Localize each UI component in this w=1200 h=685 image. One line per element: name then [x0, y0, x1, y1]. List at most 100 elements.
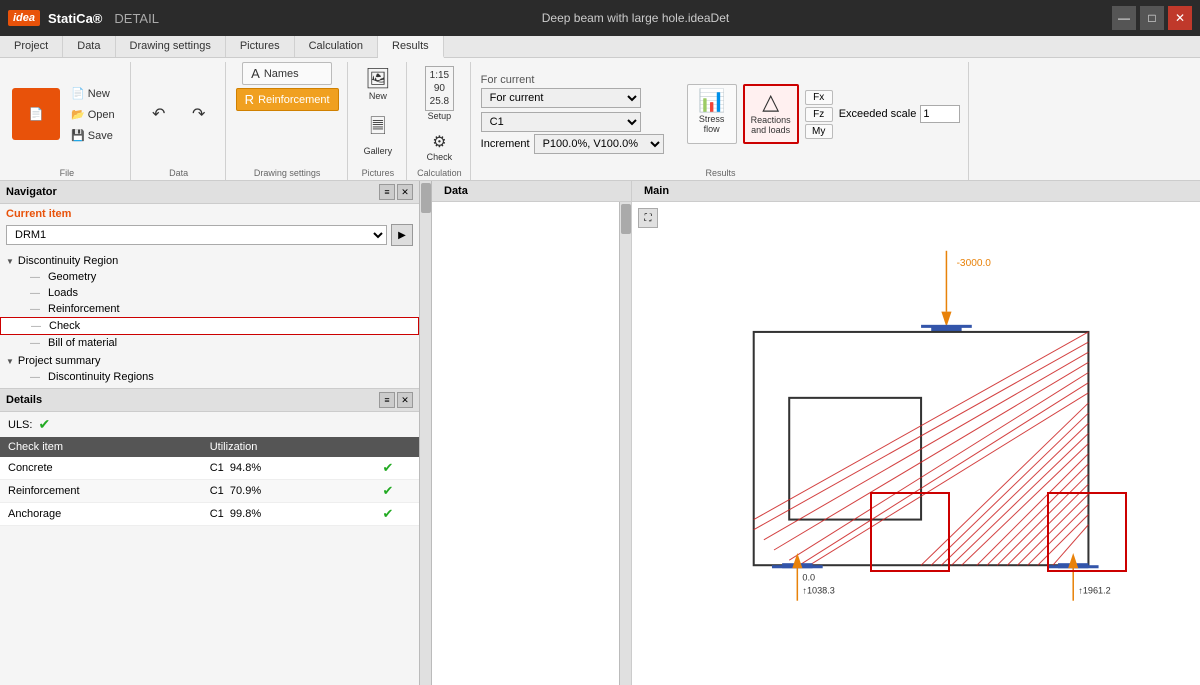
calculation-group-content: 1:159025.8 Setup ⚙ Check — [419, 62, 460, 166]
combo-reinforcement: C1 70.9% — [202, 480, 357, 503]
combo-select[interactable]: C1 — [481, 112, 641, 132]
left-scrollbar[interactable] — [420, 181, 432, 685]
exceeded-scale-input[interactable] — [920, 105, 960, 123]
check-results-table: Check item Utilization Concrete C1 94.8%… — [0, 437, 419, 526]
details-header: Details ≡ ✕ — [0, 389, 419, 412]
data-scrollbar[interactable] — [619, 202, 631, 685]
new-picture-button[interactable]: 🖼 New — [359, 62, 396, 105]
col-header-status — [357, 437, 419, 457]
fx-button[interactable]: Fx — [805, 90, 833, 105]
main-view: Main ⛶ -3000.0 — [632, 181, 1200, 685]
data-panel: Data — [432, 181, 632, 685]
ribbon-group-data: ↶ ↷ Data — [133, 62, 226, 180]
tab-data[interactable]: Data — [63, 36, 115, 57]
tree-group-discontinuity: ▼ Discontinuity Region Geometry Loads Re… — [0, 252, 419, 352]
reactions-loads-button[interactable]: △ Reactionsand loads — [743, 84, 799, 144]
fz-button[interactable]: Fz — [805, 107, 833, 122]
ribbon-group-drawing: A Names R Reinforcement Drawing settings — [228, 62, 348, 180]
navigator-close-button[interactable]: ✕ — [397, 184, 413, 200]
main-layout: Navigator ≡ ✕ Current item DRM1 ▶ ▼ Dis — [0, 181, 1200, 685]
tab-project[interactable]: Project — [0, 36, 63, 57]
for-current-select[interactable]: For current For all — [481, 88, 641, 108]
for-current-label: For current — [481, 74, 681, 86]
left-panel: Navigator ≡ ✕ Current item DRM1 ▶ ▼ Dis — [0, 181, 420, 685]
table-row: Reinforcement C1 70.9% ✔ — [0, 480, 419, 503]
expand-icon-discontinuity: ▼ — [6, 257, 14, 266]
maximize-button[interactable]: □ — [1140, 6, 1164, 30]
check-button[interactable]: ⚙ Check — [421, 128, 459, 166]
data-group-label: Data — [169, 166, 188, 178]
close-button[interactable]: ✕ — [1168, 6, 1192, 30]
reinforcement-icon: R — [245, 92, 254, 107]
left-reaction-x: 0.0 — [802, 572, 815, 582]
names-button[interactable]: A Names — [242, 62, 332, 85]
details-close-button[interactable]: ✕ — [397, 392, 413, 408]
current-item-select[interactable]: DRM1 — [6, 225, 387, 245]
tree-item-loads[interactable]: Loads — [0, 285, 419, 301]
details-pin-button[interactable]: ≡ — [379, 392, 395, 408]
navigator-header-buttons: ≡ ✕ — [379, 184, 413, 200]
tab-pictures[interactable]: Pictures — [226, 36, 295, 57]
tab-calculation[interactable]: Calculation — [295, 36, 378, 57]
tree-group-project-summary: ▼ Project summary Discontinuity Regions — [0, 352, 419, 386]
title-left: idea StatiCa® DETAIL — [8, 10, 159, 26]
check-label: Check — [427, 152, 453, 162]
tree-item-reinforcement[interactable]: Reinforcement — [0, 301, 419, 317]
main-tab[interactable]: Main — [632, 181, 1200, 202]
minimize-button[interactable]: — — [1112, 6, 1136, 30]
tree-item-discontinuity-regions[interactable]: Discontinuity Regions — [0, 369, 419, 385]
window-controls[interactable]: — □ ✕ — [1112, 6, 1192, 30]
reinforcement-label: Reinforcement — [258, 94, 330, 106]
reactions-icon: △ — [762, 89, 779, 115]
window-title: Deep beam with large hole.ideaDet — [542, 11, 729, 25]
app-name: StatiCa® — [48, 11, 102, 26]
expand-icon-project-summary: ▼ — [6, 357, 14, 366]
status-anchorage: ✔ — [357, 503, 419, 526]
current-item-action-button[interactable]: ▶ — [391, 224, 413, 246]
setup-icon: 1:159025.8 — [425, 66, 454, 111]
new-button[interactable]: 📄 New — [64, 84, 122, 103]
data-tab[interactable]: Data — [432, 181, 631, 202]
names-label: Names — [264, 68, 299, 80]
tab-drawing-settings[interactable]: Drawing settings — [116, 36, 226, 57]
redo-button[interactable]: ↷ — [181, 100, 217, 128]
navigator-header: Navigator ≡ ✕ — [0, 181, 419, 204]
table-row: Concrete C1 94.8% ✔ — [0, 457, 419, 480]
tree-group-header-project-summary[interactable]: ▼ Project summary — [0, 353, 419, 369]
tree-group-header-discontinuity[interactable]: ▼ Discontinuity Region — [0, 253, 419, 269]
increment-label: Increment — [481, 138, 530, 150]
save-button[interactable]: 💾 Save — [64, 126, 122, 145]
setup-label: Setup — [428, 111, 452, 121]
tab-results[interactable]: Results — [378, 36, 444, 58]
results-group-content: For current For current For all C1 Incre… — [481, 62, 961, 166]
tree-item-check[interactable]: Check — [0, 317, 419, 335]
file-sub-buttons: 📄 New 📂 Open 💾 Save — [64, 84, 122, 145]
tree-item-bill-of-material[interactable]: Bill of material — [0, 335, 419, 351]
drawing-group-label: Drawing settings — [254, 166, 321, 178]
ribbon-tabs: Project Data Drawing settings Pictures C… — [0, 36, 1200, 58]
ribbon-content: 📄 📄 New 📂 Open 💾 Save File ↶ ↷ Dat — [0, 58, 1200, 180]
increment-select[interactable]: P100.0%, V100.0% — [534, 134, 664, 154]
open-button[interactable]: 📂 Open — [64, 105, 122, 124]
details-panel: Details ≡ ✕ ULS: ✔ Check item Utilizatio… — [0, 389, 419, 685]
new-picture-icon: 🖼 — [365, 66, 390, 91]
navigator-pin-button[interactable]: ≡ — [379, 184, 395, 200]
undo-button[interactable]: ↶ — [141, 100, 177, 128]
my-button[interactable]: My — [805, 124, 833, 139]
app-detail: DETAIL — [114, 11, 159, 26]
ribbon: Project Data Drawing settings Pictures C… — [0, 36, 1200, 181]
undo-icon: ↶ — [152, 104, 165, 124]
reinforcement-button[interactable]: R Reinforcement — [236, 88, 339, 111]
file-group-label: File — [60, 166, 75, 178]
file-button[interactable]: 📄 — [12, 88, 60, 140]
exceeded-scale-area: Exceeded scale — [839, 105, 961, 123]
gallery-button[interactable]: 🗏 Gallery — [358, 108, 399, 160]
status-reinforcement: ✔ — [357, 480, 419, 503]
stress-flow-button[interactable]: 📊 Stressflow — [687, 84, 737, 144]
setup-button[interactable]: 1:159025.8 Setup — [419, 62, 460, 125]
pictures-group-label: Pictures — [362, 166, 395, 178]
tree-item-geometry[interactable]: Geometry — [0, 269, 419, 285]
file-group-content: 📄 📄 New 📂 Open 💾 Save — [12, 62, 122, 166]
results-group-label: Results — [706, 166, 736, 178]
combo-concrete: C1 94.8% — [202, 457, 357, 480]
